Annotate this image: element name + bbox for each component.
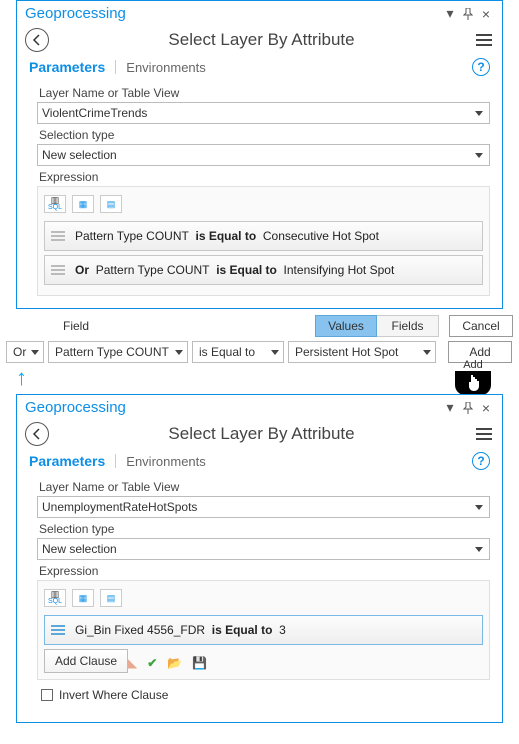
cursor-label: Add (463, 359, 483, 371)
back-button[interactable] (25, 28, 49, 52)
expression-label: Expression (39, 564, 488, 578)
tab-environments[interactable]: Environments (126, 60, 205, 75)
value-dropdown[interactable]: Persistent Hot Spot (288, 341, 436, 363)
expression-box: ▥SQL ▦ ▤ Pattern Type COUNT is Equal to … (37, 186, 490, 296)
save-icon[interactable]: 💾 (192, 656, 207, 670)
field-dropdown[interactable]: Pattern Type COUNT (48, 341, 188, 363)
layer-dropdown[interactable]: ViolentCrimeTrends (37, 102, 490, 124)
grip-icon[interactable] (51, 265, 65, 275)
dropdown-arrow-icon[interactable]: ▾ (442, 6, 458, 22)
layer-dropdown[interactable]: UnemploymentRateHotSpots (37, 496, 490, 518)
logic-dropdown[interactable]: Or (6, 341, 44, 363)
pane-header: Geoprocessing ▾ × (17, 395, 502, 418)
invert-checkbox[interactable] (41, 689, 53, 701)
values-tab-button[interactable]: Values (315, 315, 377, 337)
pin-icon[interactable] (460, 6, 476, 22)
layer-value: ViolentCrimeTrends (42, 106, 147, 120)
eraser-icon[interactable]: ◣ (128, 656, 137, 670)
callout-arrow-icon: ↑ (16, 365, 27, 391)
geoprocessing-pane-1: Geoprocessing ▾ × Select Layer By Attrib… (16, 0, 503, 309)
seltype-value: New selection (42, 148, 117, 162)
sql-toggle-button[interactable]: ▥SQL (44, 195, 66, 213)
tab-parameters[interactable]: Parameters (29, 453, 105, 469)
parameters-content: Layer Name or Table View ViolentCrimeTre… (17, 80, 502, 308)
pane-header: Geoprocessing ▾ × (17, 1, 502, 24)
pin-icon[interactable] (460, 400, 476, 416)
clause-builder: Field Values Fields Cancel Or Pattern Ty… (0, 309, 519, 394)
seltype-dropdown[interactable]: New selection (37, 538, 490, 560)
folder-open-icon[interactable]: 📂 (167, 656, 182, 670)
clause-row[interactable]: Gi_Bin Fixed 4556_FDR is Equal to 3 (44, 615, 483, 645)
pane-title: Geoprocessing (25, 399, 126, 416)
cursor-pointer-icon (455, 371, 491, 395)
verify-button[interactable]: ▦ (72, 589, 94, 607)
invert-label: Invert Where Clause (59, 688, 168, 702)
clause-row[interactable]: Pattern Type COUNT is Equal to Consecuti… (44, 221, 483, 251)
tool-toolbar: Select Layer By Attribute (17, 418, 502, 450)
dropdown-arrow-icon[interactable]: ▾ (442, 400, 458, 416)
menu-button[interactable] (474, 32, 494, 48)
seltype-dropdown[interactable]: New selection (37, 144, 490, 166)
layer-label: Layer Name or Table View (39, 480, 488, 494)
clear-button[interactable]: ▤ (100, 589, 122, 607)
cancel-button[interactable]: Cancel (449, 315, 513, 337)
invert-where-row[interactable]: Invert Where Clause (37, 680, 490, 710)
tool-title: Select Layer By Attribute (57, 424, 466, 444)
geoprocessing-pane-2: Geoprocessing ▾ × Select Layer By Attrib… (16, 394, 503, 723)
grip-icon[interactable] (51, 625, 65, 635)
tab-parameters[interactable]: Parameters (29, 59, 105, 75)
clear-button[interactable]: ▤ (100, 195, 122, 213)
expression-box: ▥SQL ▦ ▤ Gi_Bin Fixed 4556_FDR is Equal … (37, 580, 490, 680)
check-icon[interactable]: ✔ (147, 656, 157, 670)
clause-text: Pattern Type COUNT is Equal to Consecuti… (75, 229, 379, 243)
tool-toolbar: Select Layer By Attribute (17, 24, 502, 56)
fields-tab-button[interactable]: Fields (377, 315, 439, 337)
pane-title: Geoprocessing (25, 5, 126, 22)
tool-title: Select Layer By Attribute (57, 30, 466, 50)
cursor-overlay: Add (455, 359, 491, 395)
grip-icon[interactable] (51, 231, 65, 241)
help-icon[interactable]: ? (472, 452, 490, 470)
operator-dropdown[interactable]: is Equal to (192, 341, 284, 363)
clause-text: Or Pattern Type COUNT is Equal to Intens… (75, 263, 394, 277)
layer-label: Layer Name or Table View (39, 86, 488, 100)
menu-button[interactable] (474, 426, 494, 442)
layer-value: UnemploymentRateHotSpots (42, 500, 197, 514)
tab-environments[interactable]: Environments (126, 454, 205, 469)
verify-button[interactable]: ▦ (72, 195, 94, 213)
seltype-value: New selection (42, 542, 117, 556)
sql-toggle-button[interactable]: ▥SQL (44, 589, 66, 607)
tabs-row: Parameters Environments ? (17, 450, 502, 474)
expression-label: Expression (39, 170, 488, 184)
close-icon[interactable]: × (478, 400, 494, 416)
help-icon[interactable]: ? (472, 58, 490, 76)
back-button[interactable] (25, 422, 49, 446)
clause-text: Gi_Bin Fixed 4556_FDR is Equal to 3 (75, 623, 286, 637)
parameters-content: Layer Name or Table View UnemploymentRat… (17, 474, 502, 722)
seltype-label: Selection type (39, 522, 488, 536)
tabs-row: Parameters Environments ? (17, 56, 502, 80)
field-header-label: Field (46, 319, 106, 333)
add-clause-button[interactable]: Add Clause (44, 649, 128, 673)
seltype-label: Selection type (39, 128, 488, 142)
clause-row[interactable]: Or Pattern Type COUNT is Equal to Intens… (44, 255, 483, 285)
close-icon[interactable]: × (478, 6, 494, 22)
